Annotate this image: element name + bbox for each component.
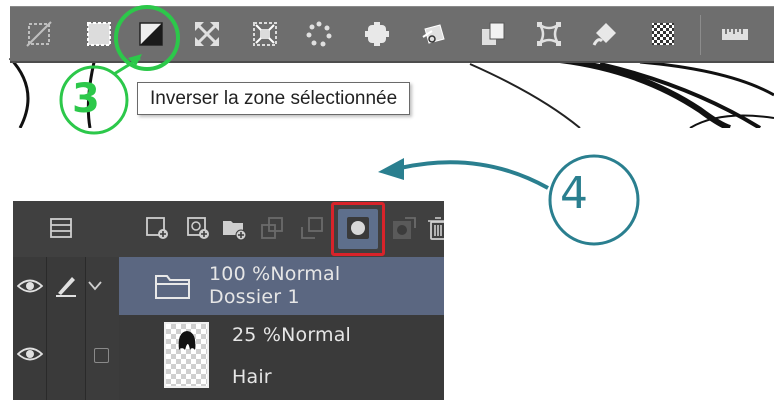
delete-layer-button[interactable] bbox=[423, 213, 444, 243]
layer-thumbnail bbox=[164, 322, 209, 388]
merge-down-icon bbox=[301, 217, 323, 239]
folder-blend-mode: Normal bbox=[270, 263, 341, 285]
layer-property-icon bbox=[50, 218, 72, 238]
new-raster-layer-button[interactable] bbox=[142, 213, 172, 243]
pen-icon[interactable] bbox=[54, 273, 78, 297]
step-4-label: 4 bbox=[560, 168, 588, 219]
step4-arrow-head bbox=[378, 158, 404, 180]
eye-icon[interactable] bbox=[17, 277, 43, 295]
apply-mask-button[interactable] bbox=[389, 213, 419, 243]
merge-down-button[interactable] bbox=[297, 213, 327, 243]
trash-icon bbox=[428, 217, 444, 240]
highlight-box-step4 bbox=[331, 202, 385, 256]
layer-panel: 100 %Normal Dossier 1 25 %Normal Hair bbox=[13, 201, 444, 400]
folder-icon bbox=[155, 275, 190, 299]
layer-panel-toolbar bbox=[13, 201, 444, 257]
step-3-label: 3 bbox=[72, 76, 100, 122]
highlight-circle-step3 bbox=[114, 5, 180, 71]
layer-opacity: 25 % bbox=[232, 324, 282, 346]
layer-blend-mode: Normal bbox=[281, 324, 352, 346]
visibility-column bbox=[13, 257, 47, 315]
transfer-down-icon bbox=[261, 217, 283, 239]
edit-column bbox=[47, 257, 86, 315]
edit-column bbox=[47, 315, 86, 400]
folder-opacity: 100 % bbox=[209, 263, 271, 285]
apply-mask-icon bbox=[393, 217, 416, 239]
transfer-down-button[interactable] bbox=[257, 213, 287, 243]
visibility-column bbox=[13, 315, 47, 400]
layer-blend-info: 25 %Normal bbox=[232, 324, 351, 346]
new-raster-layer-icon bbox=[146, 217, 168, 239]
layer-checkbox[interactable] bbox=[94, 348, 109, 363]
layer-row-hair[interactable]: 25 %Normal Hair bbox=[13, 315, 444, 400]
chevron-down-icon[interactable] bbox=[88, 281, 102, 291]
layer-name[interactable]: Hair bbox=[232, 366, 272, 388]
step4-arrow bbox=[399, 160, 549, 190]
folder-name[interactable]: Dossier 1 bbox=[209, 286, 300, 308]
layer-row-folder[interactable]: 100 %Normal Dossier 1 bbox=[13, 257, 444, 315]
folder-blend-info: 100 %Normal bbox=[209, 263, 340, 285]
new-folder-button[interactable] bbox=[219, 213, 249, 243]
new-folder-icon bbox=[223, 221, 247, 241]
layer-property-button[interactable] bbox=[46, 213, 76, 243]
new-vector-layer-icon bbox=[187, 217, 209, 239]
hair-thumbnail-icon bbox=[178, 331, 196, 350]
new-vector-layer-button[interactable] bbox=[183, 213, 213, 243]
eye-icon[interactable] bbox=[17, 345, 43, 363]
